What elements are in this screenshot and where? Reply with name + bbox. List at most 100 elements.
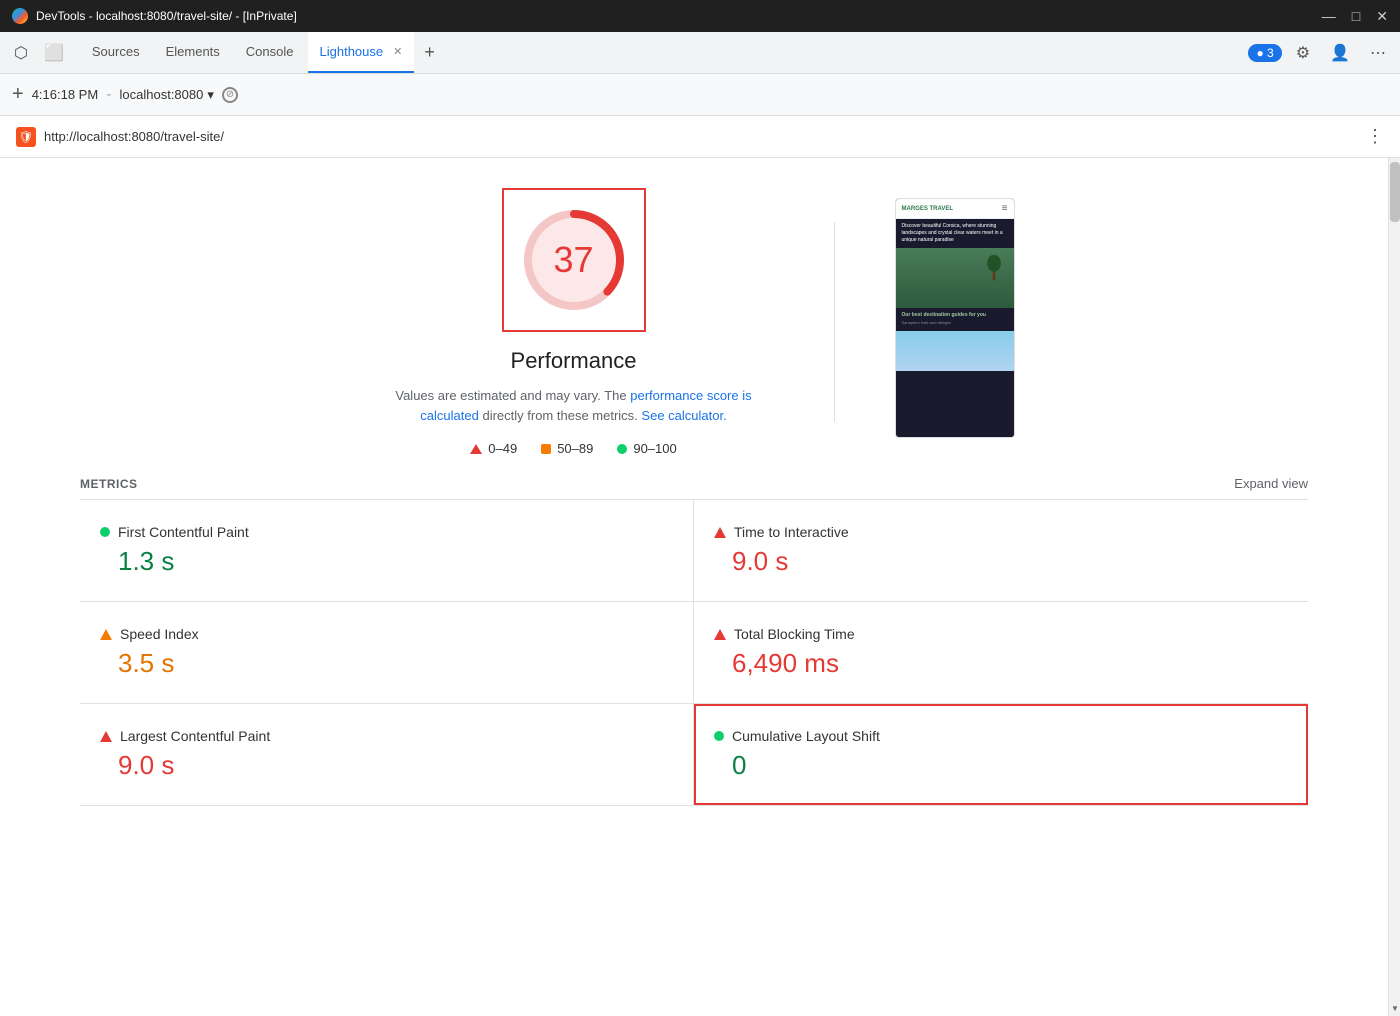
url-more-icon[interactable]: ⋮ bbox=[1366, 126, 1384, 147]
site-screenshot-area: MARGES TRAVEL ≡ Discover beautiful Corsi… bbox=[895, 198, 1015, 438]
new-tab-button[interactable]: + bbox=[416, 32, 443, 73]
tab-console[interactable]: Console bbox=[234, 32, 306, 73]
more-options-icon[interactable]: ⋯ bbox=[1364, 39, 1392, 67]
tbt-value: 6,490 ms bbox=[714, 648, 1288, 679]
score-gauge-wrapper: 37 bbox=[502, 188, 646, 332]
main-content: 37 Performance Values are estimated and … bbox=[0, 158, 1400, 1016]
metric-lcp: Largest Contentful Paint 9.0 s bbox=[80, 704, 694, 806]
metric-si-header: Speed Index bbox=[100, 626, 673, 642]
cls-status-icon bbox=[714, 731, 724, 741]
address-time: 4:16:18 PM bbox=[32, 87, 99, 102]
add-tab-button[interactable]: + bbox=[12, 83, 24, 106]
metric-fcp-header: First Contentful Paint bbox=[100, 524, 673, 540]
security-shield-icon: 🛡 bbox=[16, 127, 36, 147]
si-status-icon bbox=[100, 629, 112, 640]
site-screenshot: MARGES TRAVEL ≡ Discover beautiful Corsi… bbox=[895, 198, 1015, 438]
inspect-button[interactable]: ⬜ bbox=[38, 39, 70, 67]
metrics-grid: First Contentful Paint 1.3 s Time to Int… bbox=[80, 500, 1308, 806]
description-text2: directly from these metrics. bbox=[482, 408, 637, 423]
screenshot-footer-text: Our best destination guides for you bbox=[902, 312, 1008, 318]
metrics-section: METRICS Expand view First Contentful Pai… bbox=[80, 476, 1308, 806]
dropdown-arrow-icon[interactable]: ▾ bbox=[207, 87, 214, 103]
scrollbar-down-arrow[interactable]: ▼ bbox=[1389, 1000, 1400, 1016]
tti-status-icon bbox=[714, 527, 726, 538]
tab-sources-label: Sources bbox=[92, 44, 140, 59]
address-bar: + 4:16:18 PM - localhost:8080 ▾ ⊘ bbox=[0, 74, 1400, 116]
performance-gauge: 37 bbox=[514, 200, 634, 320]
section-divider bbox=[834, 222, 835, 422]
screenshot-footer-sub: Sanapiero hote and villeges bbox=[902, 320, 1008, 325]
description-text: Values are estimated and may vary. The bbox=[395, 388, 626, 403]
url-bar: 🛡 http://localhost:8080/travel-site/ ⋮ bbox=[0, 116, 1400, 158]
tab-lighthouse-close[interactable]: ✕ bbox=[393, 45, 402, 58]
cls-value: 0 bbox=[714, 750, 1288, 781]
metric-tbt-header: Total Blocking Time bbox=[714, 626, 1288, 642]
legend-orange: 50–89 bbox=[541, 441, 593, 456]
metric-tti-header: Time to Interactive bbox=[714, 524, 1288, 540]
metrics-label: METRICS bbox=[80, 477, 138, 491]
screenshot-hero-image bbox=[896, 248, 1014, 308]
screenshot-body: Discover beautiful Corsica, where stunni… bbox=[896, 219, 1014, 437]
cls-label: Cumulative Layout Shift bbox=[732, 728, 880, 744]
see-calculator-link[interactable]: See calculator. bbox=[641, 408, 726, 423]
minimize-button[interactable]: — bbox=[1322, 8, 1336, 25]
tab-elements-label: Elements bbox=[166, 44, 220, 59]
block-icon[interactable]: ⊘ bbox=[222, 87, 238, 103]
settings-icon[interactable]: ⚙ bbox=[1290, 39, 1316, 67]
url-text[interactable]: http://localhost:8080/travel-site/ bbox=[44, 129, 1358, 144]
title-bar-title: DevTools - localhost:8080/travel-site/ -… bbox=[36, 9, 297, 23]
lcp-label: Largest Contentful Paint bbox=[120, 728, 270, 744]
tbt-label: Total Blocking Time bbox=[734, 626, 855, 642]
content-area: 37 Performance Values are estimated and … bbox=[0, 158, 1388, 1016]
metric-lcp-header: Largest Contentful Paint bbox=[100, 728, 673, 744]
scrollbar-track: ▲ ▼ bbox=[1388, 158, 1400, 1016]
metric-fcp: First Contentful Paint 1.3 s bbox=[80, 500, 694, 602]
perf-score-area: 37 Performance Values are estimated and … bbox=[374, 188, 774, 456]
scrollbar-thumb[interactable] bbox=[1390, 162, 1400, 222]
close-button[interactable]: ✕ bbox=[1376, 8, 1388, 25]
address-host[interactable]: localhost:8080 ▾ bbox=[120, 87, 214, 103]
metrics-header: METRICS Expand view bbox=[80, 476, 1308, 500]
screenshot-bottom-image bbox=[896, 331, 1014, 371]
screenshot-footer: Our best destination guides for you Sana… bbox=[896, 308, 1014, 329]
address-separator: - bbox=[106, 86, 111, 104]
tab-bar: ⬡ ⬜ METRICS Sources Elements Console Lig… bbox=[0, 32, 1400, 74]
expand-view-button[interactable]: Expand view bbox=[1234, 476, 1308, 491]
screenshot-header: MARGES TRAVEL ≡ bbox=[896, 199, 1014, 219]
legend-red-label: 0–49 bbox=[488, 441, 517, 456]
window-controls: — □ ✕ bbox=[1322, 8, 1388, 25]
notifications-badge[interactable]: ● 3 bbox=[1248, 44, 1281, 62]
score-legend: 0–49 50–89 90–100 bbox=[470, 441, 676, 456]
tab-lighthouse-label: Lighthouse bbox=[320, 44, 384, 59]
performance-section: 37 Performance Values are estimated and … bbox=[80, 188, 1308, 456]
browser-icon bbox=[12, 8, 28, 24]
red-triangle-icon bbox=[470, 444, 482, 454]
tab-sources[interactable]: METRICS Sources bbox=[80, 32, 152, 73]
tti-value: 9.0 s bbox=[714, 546, 1288, 577]
metric-cls: Cumulative Layout Shift 0 bbox=[694, 704, 1308, 806]
address-host-text: localhost:8080 bbox=[120, 87, 204, 102]
legend-red: 0–49 bbox=[470, 441, 517, 456]
tab-lighthouse[interactable]: Lighthouse ✕ bbox=[308, 32, 415, 73]
metric-tbt: Total Blocking Time 6,490 ms bbox=[694, 602, 1308, 704]
tti-label: Time to Interactive bbox=[734, 524, 849, 540]
device-toolbar-button[interactable]: ⬡ bbox=[8, 39, 34, 67]
screenshot-menu-icon: ≡ bbox=[1002, 203, 1008, 214]
restore-button[interactable]: □ bbox=[1352, 8, 1360, 25]
si-label: Speed Index bbox=[120, 626, 199, 642]
legend-orange-label: 50–89 bbox=[557, 441, 593, 456]
performance-title: Performance bbox=[511, 348, 637, 374]
tree-icon bbox=[984, 253, 1004, 283]
user-icon[interactable]: 👤 bbox=[1324, 39, 1356, 67]
performance-score: 37 bbox=[553, 239, 593, 281]
screenshot-logo: MARGES TRAVEL bbox=[902, 206, 954, 212]
si-value: 3.5 s bbox=[100, 648, 673, 679]
fcp-value: 1.3 s bbox=[100, 546, 673, 577]
tab-console-label: Console bbox=[246, 44, 294, 59]
performance-description: Values are estimated and may vary. The p… bbox=[374, 386, 774, 425]
metric-si: Speed Index 3.5 s bbox=[80, 602, 694, 704]
lcp-status-icon bbox=[100, 731, 112, 742]
metric-cls-header: Cumulative Layout Shift bbox=[714, 728, 1288, 744]
orange-square-icon bbox=[541, 444, 551, 454]
tab-elements[interactable]: Elements bbox=[154, 32, 232, 73]
